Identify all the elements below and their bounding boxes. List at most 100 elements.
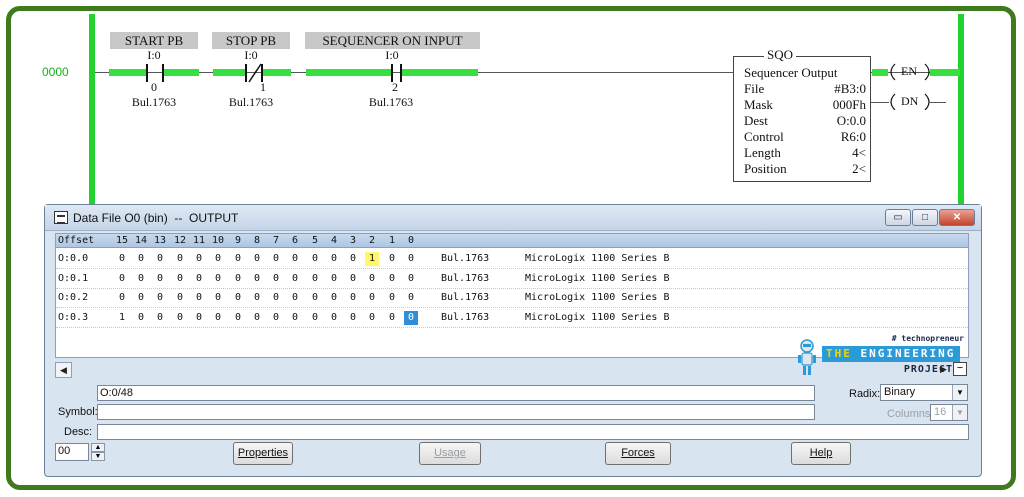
bit-cell[interactable]: 0 bbox=[346, 291, 360, 305]
minimize-button[interactable]: ▭ bbox=[885, 209, 911, 226]
bit-cell[interactable]: 0 bbox=[308, 311, 322, 325]
bit-cell[interactable]: 0 bbox=[346, 252, 360, 266]
bit-cell[interactable]: 0 bbox=[288, 291, 302, 305]
chevron-down-icon[interactable]: ▼ bbox=[952, 405, 967, 420]
bit-cell[interactable]: 0 bbox=[153, 291, 167, 305]
table-row[interactable]: O:0.0 0 0 0 0 0 0 0 0 0 0 0 0 0 1 0 0 Bul.1763 MicroLogix … bbox=[56, 250, 968, 269]
bit-cell[interactable]: 0 bbox=[365, 272, 379, 286]
bit-cell[interactable]: 0 bbox=[115, 291, 129, 305]
bit-cell[interactable]: 0 bbox=[385, 272, 399, 286]
bit-cell[interactable]: 0 bbox=[173, 252, 187, 266]
table-row[interactable]: O:0.3 1 0 0 0 0 0 0 0 0 0 0 0 0 0 0 0 Bul.1763 MicroLogix … bbox=[56, 309, 968, 328]
bit-cell[interactable]: 0 bbox=[385, 311, 399, 325]
bit-cell[interactable]: 0 bbox=[211, 291, 225, 305]
collapse-icon[interactable]: − bbox=[953, 362, 967, 376]
maximize-button[interactable]: □ bbox=[912, 209, 938, 226]
bit-cell[interactable]: 0 bbox=[288, 272, 302, 286]
bit-cell[interactable]: 0 bbox=[269, 311, 283, 325]
contact-title: SEQUENCER ON INPUT bbox=[305, 32, 480, 49]
close-button[interactable]: ✕ bbox=[939, 209, 975, 226]
bit-cell[interactable]: 0 bbox=[269, 252, 283, 266]
bit-cell[interactable]: 0 bbox=[231, 311, 245, 325]
offset-cell: O:0.0 bbox=[58, 253, 89, 264]
data-grid[interactable]: Offset 15 14 13 12 11 10 9 8 7 6 5 4 3 2 1 0 O:0.0 0 0 0 0 0… bbox=[55, 233, 969, 375]
sqo-instruction-block[interactable]: Sequencer Output File #B3:0 Mask 000Fh Des… bbox=[733, 56, 871, 182]
spin-up-icon[interactable]: ▲ bbox=[91, 443, 105, 452]
desc-field[interactable] bbox=[97, 424, 969, 440]
bit-cell[interactable]: 0 bbox=[211, 272, 225, 286]
chevron-down-icon[interactable]: ▼ bbox=[952, 385, 967, 400]
data-file-window[interactable]: Data File O0 (bin) -- OUTPUT ▭ □ ✕ Offse… bbox=[44, 204, 982, 477]
sqo-param-control: Control R6:0 bbox=[744, 129, 866, 144]
bit-cell[interactable]: 0 bbox=[192, 311, 206, 325]
bit-cell[interactable]: 0 bbox=[346, 311, 360, 325]
bit-cell[interactable]: 0 bbox=[365, 311, 379, 325]
bit-cell[interactable]: 0 bbox=[250, 291, 264, 305]
bit-cell[interactable]: 0 bbox=[365, 291, 379, 305]
bit-cell[interactable]: 0 bbox=[404, 272, 418, 286]
bit-cell[interactable]: 0 bbox=[153, 252, 167, 266]
table-row[interactable]: O:0.1 0 0 0 0 0 0 0 0 0 0 0 0 0 0 0 0 Bul.1763 MicroLogix … bbox=[56, 270, 968, 289]
bit-cell[interactable]: 0 bbox=[231, 252, 245, 266]
bit-cell[interactable]: 0 bbox=[192, 272, 206, 286]
properties-button[interactable]: Properties bbox=[233, 442, 293, 465]
symbol-field[interactable] bbox=[97, 404, 815, 420]
bit-cell[interactable]: 0 bbox=[231, 272, 245, 286]
bit-cell[interactable]: 0 bbox=[192, 291, 206, 305]
scroll-right-icon[interactable]: ▶ bbox=[935, 362, 952, 378]
contact-title: START PB bbox=[110, 32, 198, 49]
bit-cell[interactable]: 0 bbox=[404, 291, 418, 305]
bit-cell[interactable]: 0 bbox=[250, 272, 264, 286]
bit-cell[interactable]: 0 bbox=[385, 252, 399, 266]
spin-down-icon[interactable]: ▼ bbox=[91, 452, 105, 461]
bit-cell[interactable]: 1 bbox=[115, 311, 129, 325]
bit-cell[interactable]: 0 bbox=[211, 311, 225, 325]
bit-cell[interactable]: 0 bbox=[327, 252, 341, 266]
bit-cell[interactable]: 0 bbox=[173, 291, 187, 305]
bit-cell[interactable]: 0 bbox=[153, 272, 167, 286]
data-file-icon bbox=[54, 211, 68, 224]
bit-cell[interactable]: 0 bbox=[115, 252, 129, 266]
usage-button[interactable]: Usage bbox=[419, 442, 481, 465]
forces-button[interactable]: Forces bbox=[605, 442, 671, 465]
bit-cell[interactable]: 0 bbox=[250, 252, 264, 266]
bit-cell[interactable]: 0 bbox=[134, 272, 148, 286]
bit-cell[interactable]: 0 bbox=[173, 311, 187, 325]
bit-cell[interactable]: 1 bbox=[365, 252, 379, 266]
bit-cell[interactable]: 0 bbox=[173, 272, 187, 286]
bit-cell[interactable]: 0 bbox=[269, 291, 283, 305]
bit-cell[interactable]: 0 bbox=[288, 311, 302, 325]
columns-select[interactable]: 16 ▼ bbox=[930, 404, 968, 421]
bit-cell[interactable]: 0 bbox=[404, 252, 418, 266]
bit-cell[interactable]: 0 bbox=[115, 272, 129, 286]
bit-cell[interactable]: 0 bbox=[327, 311, 341, 325]
bit-cell[interactable]: 0 bbox=[250, 311, 264, 325]
bit-cell[interactable]: 0 bbox=[211, 252, 225, 266]
bit-cell[interactable]: 0 bbox=[308, 252, 322, 266]
bit-cell[interactable]: 0 bbox=[308, 272, 322, 286]
bit-cell[interactable]: 0 bbox=[308, 291, 322, 305]
radix-select[interactable]: Binary ▼ bbox=[880, 384, 968, 401]
coil-dn[interactable]: DN bbox=[901, 94, 918, 109]
bit-cell[interactable]: 0 bbox=[385, 291, 399, 305]
scroll-left-icon[interactable]: ◀ bbox=[55, 362, 72, 378]
bit-cell[interactable]: 0 bbox=[134, 311, 148, 325]
table-row[interactable]: O:0.2 0 0 0 0 0 0 0 0 0 0 0 0 0 0 0 0 Bul.1763 MicroLogix … bbox=[56, 289, 968, 308]
coil-en[interactable]: EN bbox=[901, 64, 917, 79]
bit-cell[interactable]: 0 bbox=[153, 311, 167, 325]
horizontal-scrollbar[interactable]: ◀ ▶ bbox=[55, 362, 965, 378]
help-button[interactable]: Help bbox=[791, 442, 851, 465]
address-field[interactable]: O:0/48 bbox=[97, 385, 815, 401]
bit-cell[interactable]: 0 bbox=[269, 272, 283, 286]
bit-cell[interactable]: 0 bbox=[327, 272, 341, 286]
bit-cell[interactable]: 0 bbox=[327, 291, 341, 305]
bit-cell[interactable]: 0 bbox=[134, 252, 148, 266]
window-titlebar[interactable]: Data File O0 (bin) -- OUTPUT ▭ □ ✕ bbox=[45, 205, 981, 231]
bit-cell[interactable]: 0 bbox=[404, 310, 418, 325]
bit-cell[interactable]: 0 bbox=[288, 252, 302, 266]
radix-spin-field[interactable]: 00 bbox=[55, 443, 89, 461]
bit-cell[interactable]: 0 bbox=[134, 291, 148, 305]
bit-cell[interactable]: 0 bbox=[346, 272, 360, 286]
bit-cell[interactable]: 0 bbox=[231, 291, 245, 305]
bit-cell[interactable]: 0 bbox=[192, 252, 206, 266]
